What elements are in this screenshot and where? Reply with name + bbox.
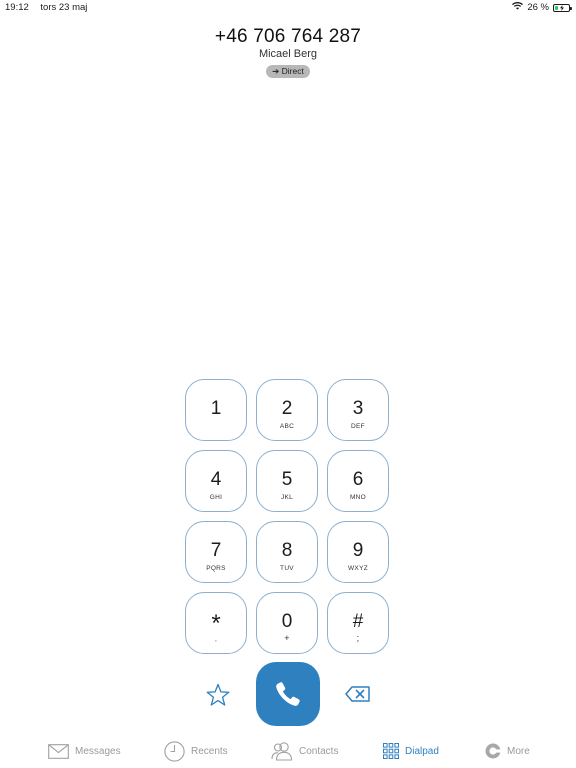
- key-letters: JKL: [280, 494, 294, 501]
- wifi-icon: [512, 2, 524, 13]
- tab-label: Contacts: [299, 745, 339, 757]
- key-6[interactable]: 6 MNO: [327, 450, 389, 512]
- status-right: 26 %: [512, 2, 572, 13]
- tab-contacts[interactable]: Contacts: [271, 738, 338, 764]
- route-badge[interactable]: ➔ Direct: [266, 65, 310, 78]
- tab-dialpad[interactable]: Dialpad: [383, 738, 439, 764]
- battery-fill: [555, 5, 558, 10]
- backspace-button[interactable]: [344, 684, 372, 704]
- contact-name: Micael Berg: [258, 48, 318, 60]
- key-2[interactable]: 2 ABC: [256, 379, 318, 441]
- tab-label: Dialpad: [405, 745, 439, 757]
- key-letters: PQRS: [206, 565, 226, 572]
- status-bar: 19:12 tors 23 maj 26 %: [0, 0, 576, 16]
- phone-icon: [276, 682, 300, 706]
- tab-label: More: [507, 745, 530, 757]
- phone-number[interactable]: +46 706 764 287: [0, 26, 576, 48]
- key-digit: 4: [210, 469, 222, 490]
- key-letters: ;: [356, 633, 360, 643]
- key-letters: GHI: [209, 494, 223, 501]
- key-digit: 0: [281, 611, 293, 632]
- tab-more[interactable]: More: [485, 738, 530, 764]
- key-hash[interactable]: # ;: [327, 592, 389, 654]
- tab-label: Messages: [75, 745, 121, 757]
- call-header: +46 706 764 287 Micael Berg ➔ Direct: [0, 26, 576, 79]
- key-digit: 5: [281, 469, 293, 490]
- battery-icon: [553, 3, 572, 12]
- key-digit: 2: [281, 398, 293, 419]
- star-icon: [206, 683, 230, 706]
- battery-percent: 26 %: [527, 2, 549, 13]
- key-letters: +: [284, 633, 290, 643]
- key-letters: TUV: [280, 565, 294, 572]
- more-icon: [485, 743, 501, 759]
- key-letters: MNO: [349, 494, 367, 501]
- key-digit: #: [352, 611, 364, 632]
- key-digit: 1: [210, 398, 222, 419]
- key-letters: ,: [214, 636, 218, 643]
- key-3[interactable]: 3 DEF: [327, 379, 389, 441]
- call-button[interactable]: [256, 662, 320, 726]
- favorite-button[interactable]: [205, 682, 231, 708]
- envelope-icon: [48, 743, 69, 759]
- key-8[interactable]: 8 TUV: [256, 521, 318, 583]
- tab-recents[interactable]: Recents: [164, 738, 228, 764]
- key-0[interactable]: 0 +: [256, 592, 318, 654]
- key-digit: 6: [352, 469, 364, 490]
- key-digit: 8: [281, 540, 293, 561]
- key-digit: 7: [210, 540, 222, 561]
- key-digit: 9: [352, 540, 364, 561]
- status-time: 19:12: [5, 2, 29, 13]
- key-7[interactable]: 7 PQRS: [185, 521, 247, 583]
- clock-icon: [164, 740, 185, 762]
- key-4[interactable]: 4 GHI: [185, 450, 247, 512]
- status-date: tors 23 maj: [40, 2, 88, 13]
- key-9[interactable]: 9 WXYZ: [327, 521, 389, 583]
- key-digit: *: [211, 610, 221, 637]
- status-left: 19:12 tors 23 maj: [5, 2, 96, 13]
- key-letters: DEF: [351, 423, 365, 430]
- tab-messages[interactable]: Messages: [48, 738, 121, 764]
- key-letters: ABC: [279, 423, 295, 430]
- key-5[interactable]: 5 JKL: [256, 450, 318, 512]
- key-1[interactable]: 1: [185, 379, 247, 441]
- key-star[interactable]: * ,: [185, 592, 247, 654]
- contacts-icon: [271, 742, 293, 761]
- dialpad-icon: [383, 743, 399, 759]
- key-digit: 3: [352, 398, 364, 419]
- tab-bar: Messages Recents Contacts Dialpad More: [0, 738, 576, 768]
- key-letters: WXYZ: [348, 565, 368, 572]
- backspace-icon: [345, 686, 370, 702]
- tab-label: Recents: [191, 745, 228, 757]
